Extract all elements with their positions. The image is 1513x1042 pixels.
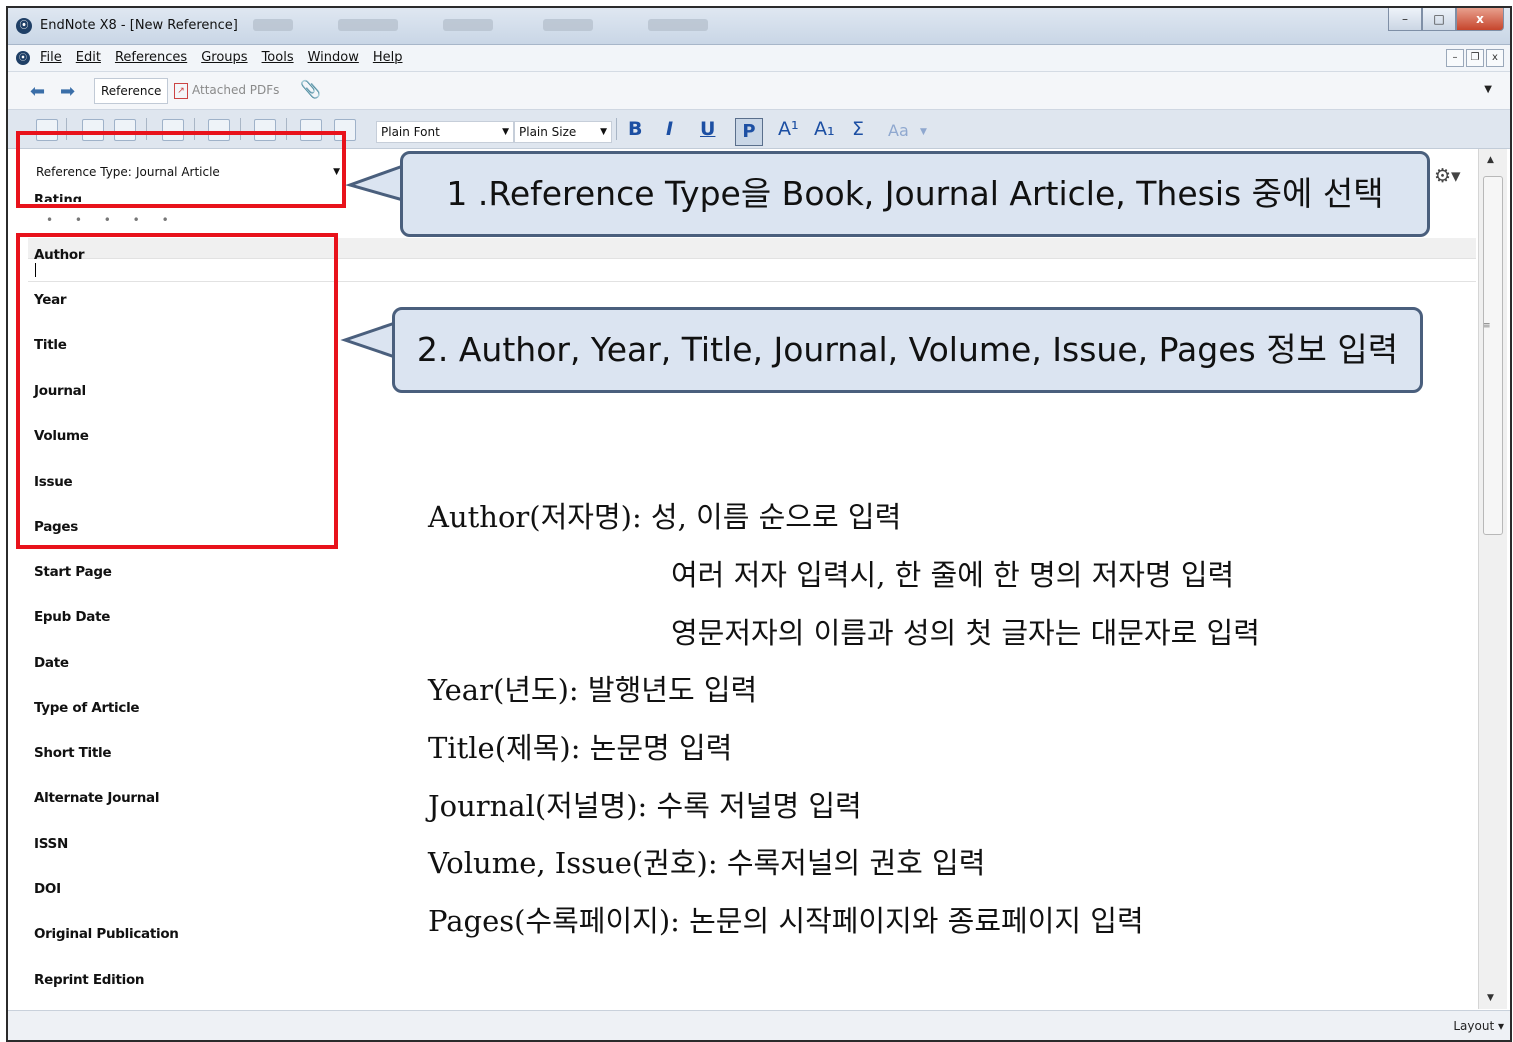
note-multiple-authors: 여러 저자 입력시, 한 줄에 한 명의 저자명 입력 (671, 558, 1235, 592)
note-pages: Pages(수록페이지): 논문의 시작페이지와 종료페이지 입력 (428, 904, 1144, 938)
callout-pointer-1 (345, 163, 405, 202)
callout-step-1: 1 .Reference Type을 Book, Journal Article… (400, 151, 1430, 237)
note-author: Author(저자명): 성, 이름 순으로 입력 (428, 500, 902, 534)
note-journal: Journal(저널명): 수록 저널명 입력 (428, 789, 862, 823)
callout-pointer-2 (340, 320, 397, 360)
note-year: Year(년도): 발행년도 입력 (428, 673, 758, 707)
note-capitalization: 영문저자의 이름과 성의 첫 글자는 대문자로 입력 (671, 616, 1260, 650)
note-volume-issue: Volume, Issue(권호): 수록저널의 권호 입력 (428, 846, 986, 880)
note-title: Title(제목): 논문명 입력 (428, 731, 733, 765)
callout-step-2: 2. Author, Year, Title, Journal, Volume,… (392, 307, 1423, 393)
